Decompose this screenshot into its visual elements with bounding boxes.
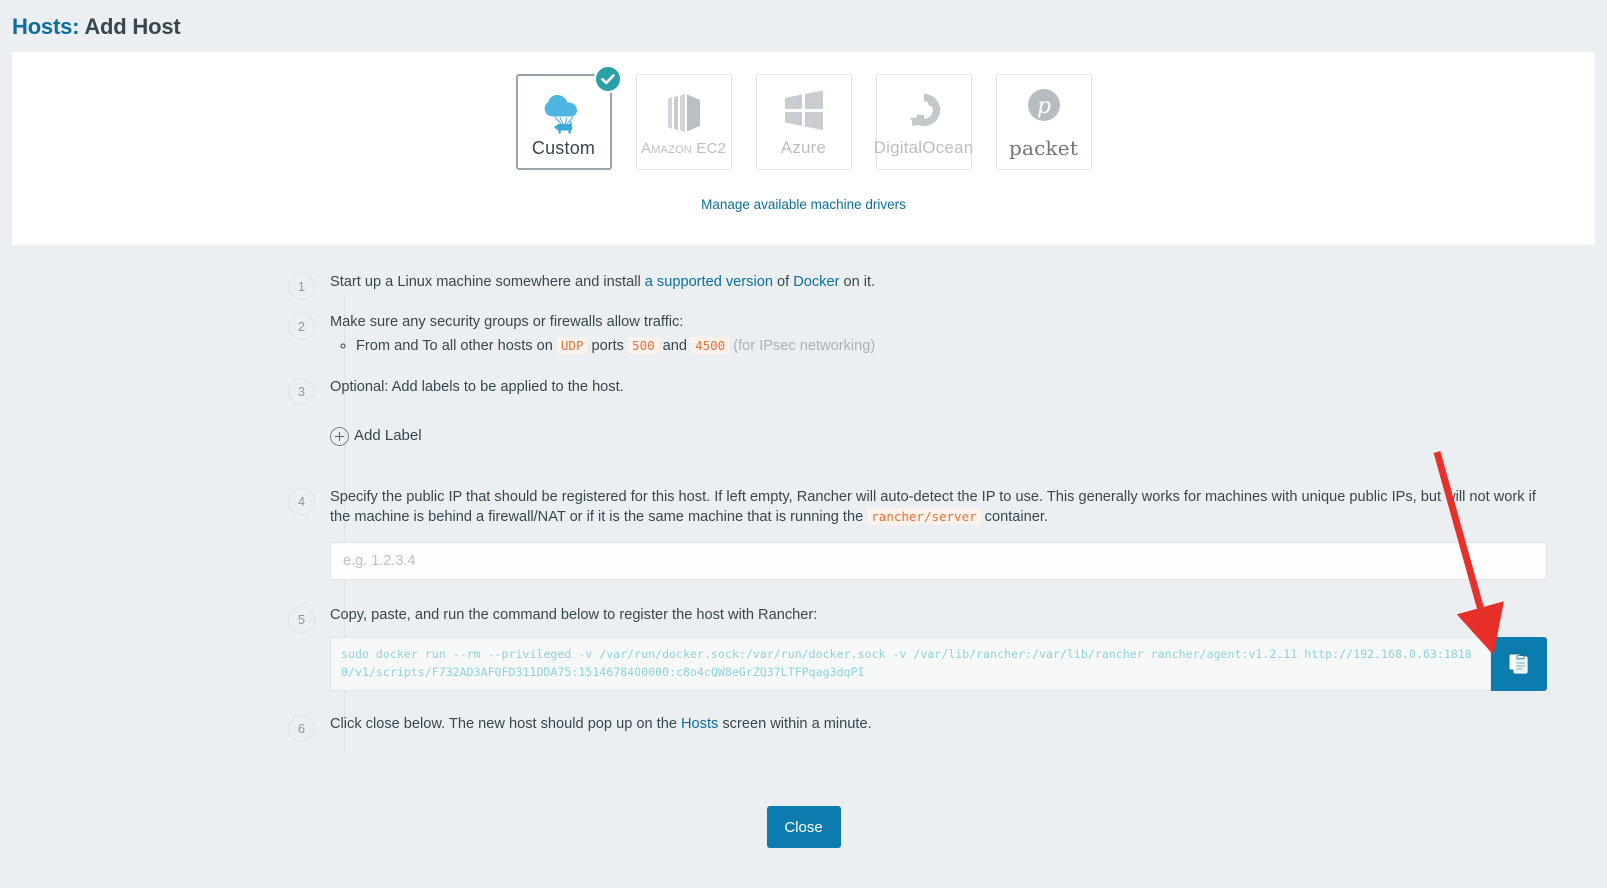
step-2-bullet-b: ports <box>587 338 629 355</box>
code-port-4500: 4500 <box>691 337 730 355</box>
manage-drivers-row: Manage available machine drivers <box>12 196 1595 214</box>
svg-text:p: p <box>1036 94 1050 119</box>
step-3-text: Optional: Add labels to be applied to th… <box>330 379 624 396</box>
list-item: From and To all other hosts on UDP ports… <box>356 336 1547 358</box>
step-1-body: Start up a Linux machine somewhere and i… <box>330 273 1547 293</box>
driver-card-custom[interactable]: Custom <box>515 65 622 170</box>
public-ip-input[interactable] <box>330 541 1547 580</box>
driver-label-packet: packet <box>1008 136 1079 160</box>
driver-label-amazon-ec2: Amazon EC2 <box>640 139 727 157</box>
step-6-text-b: screen within a minute. <box>718 716 872 733</box>
driver-card-digitalocean[interactable]: DigitalOcean <box>873 74 974 170</box>
driver-label-digitalocean: DigitalOcean <box>873 138 974 157</box>
step-2-bullet-a: From and To all other hosts on <box>356 338 557 355</box>
driver-card-packet[interactable]: p packet <box>995 74 1092 170</box>
step-number-5: 5 <box>288 605 315 633</box>
hosts-link[interactable]: Hosts <box>681 716 718 732</box>
step-2-bullet-d: (for IPsec networking) <box>729 338 876 355</box>
supported-version-link[interactable]: a supported version <box>645 274 773 290</box>
rancher-cloud-cow-icon <box>534 86 594 136</box>
step-4-text: Specify the public IP that should be reg… <box>330 488 1547 527</box>
step-6-body: Click close below. The new host should p… <box>330 715 1547 735</box>
add-label-button[interactable]: Add Label <box>330 426 422 446</box>
step-5-body: Copy, paste, and run the command below t… <box>330 606 1547 692</box>
add-label-text: Add Label <box>354 426 422 444</box>
step-3-body: Optional: Add labels to be applied to th… <box>330 378 1547 452</box>
packet-icon: p <box>1020 84 1068 134</box>
step-1-text-b: of <box>772 274 794 290</box>
steps-list: 1 Start up a Linux machine somewhere and… <box>0 273 1607 743</box>
page-title: Hosts: Add Host <box>0 0 1607 52</box>
step-2-text: Make sure any security groups or firewal… <box>330 313 684 330</box>
code-udp: UDP <box>556 337 588 355</box>
breadcrumb[interactable]: Hosts: <box>12 14 79 39</box>
step-4-text-b: container. <box>980 508 1048 525</box>
step-1-text-c: on it. <box>839 274 876 290</box>
step-4: 4 Specify the public IP that should be r… <box>288 488 1547 580</box>
amazon-ec2-icon <box>656 88 712 138</box>
code-rancher-server: rancher/server <box>867 507 981 525</box>
step-5: 5 Copy, paste, and run the command below… <box>288 605 1547 692</box>
step-number-6: 6 <box>288 715 315 743</box>
step-2: 2 Make sure any security groups or firew… <box>288 312 1547 359</box>
step-6-text-a: Click close below. The new host should p… <box>330 716 682 733</box>
step-4-body: Specify the public IP that should be reg… <box>330 488 1547 580</box>
step-number-1: 1 <box>288 273 315 300</box>
driver-label-custom: Custom <box>531 137 596 158</box>
step-number-3: 3 <box>288 378 315 406</box>
step-5-text: Copy, paste, and run the command below t… <box>330 606 818 623</box>
step-6: 6 Click close below. The new host should… <box>288 715 1547 743</box>
step-1: 1 Start up a Linux machine somewhere and… <box>288 273 1547 300</box>
azure-windows-icon <box>777 86 831 136</box>
step-3: 3 Optional: Add labels to be applied to … <box>288 378 1547 452</box>
command-row: sudo docker run --rm --privileged -v /va… <box>330 637 1547 692</box>
digitalocean-icon <box>900 86 948 136</box>
step-number-4: 4 <box>288 488 315 516</box>
driver-card-azure[interactable]: Azure <box>755 74 852 170</box>
manage-machine-drivers-link[interactable]: Manage available machine drivers <box>701 197 906 212</box>
page-title-text: Add Host <box>84 14 181 39</box>
clipboard-icon <box>1508 651 1530 678</box>
close-button[interactable]: Close <box>766 806 841 848</box>
machine-driver-list: Custom Amazon EC2 Azure DigitalOcean p p… <box>12 65 1595 170</box>
step-2-body: Make sure any security groups or firewal… <box>330 313 1547 359</box>
docker-link[interactable]: Docker <box>793 274 839 290</box>
step-2-bullet-c: and <box>658 338 692 355</box>
step-1-text-a: Start up a Linux machine somewhere and i… <box>330 274 645 290</box>
driver-card-amazon-ec2[interactable]: Amazon EC2 <box>635 74 732 170</box>
selected-check-icon <box>593 65 622 93</box>
step-2-bullets: From and To all other hosts on UDP ports… <box>330 336 1547 358</box>
registration-command[interactable]: sudo docker run --rm --privileged -v /va… <box>330 637 1491 692</box>
plus-circle-icon <box>330 426 349 446</box>
copy-command-button[interactable] <box>1491 637 1547 692</box>
step-number-2: 2 <box>288 312 315 340</box>
machine-driver-panel: Custom Amazon EC2 Azure DigitalOcean p p… <box>12 52 1595 245</box>
code-port-500: 500 <box>628 337 659 355</box>
footer-actions: Close <box>0 806 1607 848</box>
driver-label-azure: Azure <box>780 138 827 157</box>
